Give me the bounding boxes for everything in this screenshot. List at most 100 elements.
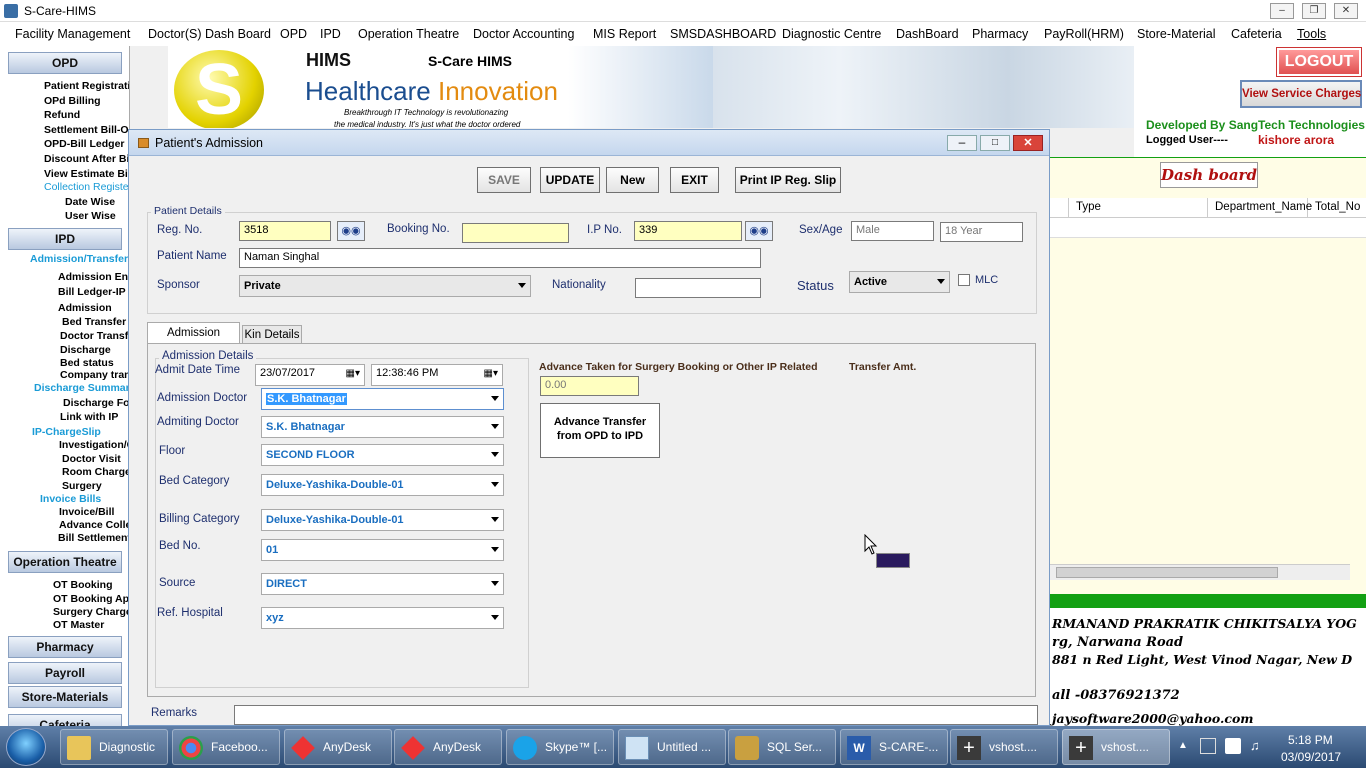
nav-item-ip-chargeslip[interactable]: IP-ChargeSlip [32,426,101,438]
nav-item-bill-settlement[interactable]: Bill Settlement [58,532,129,544]
exit-button[interactable]: EXIT [670,167,719,193]
grid-col-total[interactable]: Total_No [1308,198,1366,218]
logout-button[interactable]: LOGOUT [1276,47,1362,77]
booking-no-input[interactable] [462,223,569,243]
dialog-minimize-icon[interactable]: – [947,135,977,151]
tab-admission-details[interactable]: Admission Details [147,322,240,359]
nav-item-room-charges[interactable]: Room Charges [62,466,129,478]
menu-diagnostic-centre[interactable]: Diagnostic Centre [782,27,881,41]
bed-category-select[interactable]: Deluxe-Yashika-Double-01 [261,474,504,496]
nav-item-bill-ledger-ip[interactable]: Bill Ledger-IP [58,286,126,298]
nav-item-bed-status[interactable]: Bed status [60,357,114,369]
tab-kin-details[interactable]: Kin Details [242,325,302,344]
dashboard-button[interactable]: Dash board [1160,162,1258,188]
nav-header-opd[interactable]: OPD [8,52,122,74]
menu-store-material[interactable]: Store-Material [1137,27,1216,41]
nav-item-ot-booking[interactable]: OT Booking [53,579,113,591]
nav-item-link-with-ip[interactable]: Link with IP [60,411,118,423]
ip-no-input[interactable]: 339 [634,221,742,241]
close-icon[interactable]: ✕ [1334,3,1358,19]
menu-opd[interactable]: OPD [280,27,307,41]
floor-select[interactable]: SECOND FLOOR [261,444,504,466]
menu-operation-theatre[interactable]: Operation Theatre [358,27,459,41]
nav-item-discount-after-bill[interactable]: Discount After Bill [44,153,129,165]
nav-item-admission[interactable]: Admission [58,302,112,314]
sponsor-select[interactable]: Private [239,275,531,297]
nav-item-discharge-for[interactable]: Discharge For [63,397,129,409]
calendar-icon[interactable]: ▦▾ [346,368,360,379]
nav-item-admission-enq[interactable]: Admission Enq [58,271,129,283]
nav-item-invoice-bills[interactable]: Invoice Bills [40,493,101,505]
clock-date[interactable]: 03/09/2017 [1281,750,1341,764]
advance-amount-input[interactable]: 0.00 [540,376,639,396]
remarks-input[interactable] [234,705,1038,725]
nav-item-advance-collection[interactable]: Advance Colle [59,519,129,531]
tray-arrow-icon[interactable]: ▲ [1178,740,1188,751]
grid-col-department[interactable]: Department_Name [1208,198,1312,218]
nav-item-surgery-charges[interactable]: Surgery ChargeS [53,606,129,618]
admit-time-picker[interactable]: 12:38:46 PM ▦▾ [371,364,503,386]
billing-category-select[interactable]: Deluxe-Yashika-Double-01 [261,509,504,531]
nav-item-doctor-transfer[interactable]: Doctor Transfer [60,330,129,342]
nav-item-bed-transfer[interactable]: Bed Transfer [62,316,126,328]
task-sql-server[interactable]: SQL Ser... [728,729,836,765]
binoculars-icon[interactable]: ◉◉ [337,221,365,241]
save-button[interactable]: SAVE [477,167,531,193]
patient-name-input[interactable]: Naman Singhal [239,248,761,268]
new-button[interactable]: New [606,167,659,193]
task-anydesk-1[interactable]: AnyDesk [284,729,392,765]
network-icon[interactable] [1200,738,1216,754]
menu-mis-report[interactable]: MIS Report [593,27,656,41]
menu-facility-management[interactable]: Facility Management [15,27,130,41]
ref-hospital-select[interactable]: xyz [261,607,504,629]
clock-time[interactable]: 5:18 PM [1288,733,1333,747]
menu-smsdashboard[interactable]: SMSDASHBOARD [670,27,776,41]
task-vshost-1[interactable]: + vshost.... [950,729,1058,765]
grid-col-type[interactable]: Type [1068,198,1208,218]
nav-item-date-wise[interactable]: Date Wise [65,196,115,208]
admiting-doctor-select[interactable]: S.K. Bhatnagar [261,416,504,438]
start-button-icon[interactable] [6,728,46,766]
nav-item-surgery[interactable]: Surgery [62,480,102,492]
menu-tools[interactable]: Tools [1297,27,1326,41]
binoculars-icon-ip[interactable]: ◉◉ [745,221,773,241]
nav-item-ot-booking-app[interactable]: OT Booking App [53,593,129,605]
nav-item-collection-register[interactable]: Collection Register [44,181,129,193]
nav-header-ipd[interactable]: IPD [8,228,122,250]
nav-header-cafeteria[interactable]: Cafeteria [8,714,122,726]
menu-payroll[interactable]: PayRoll(HRM) [1044,27,1124,41]
mlc-checkbox[interactable] [958,274,970,286]
dialog-close-icon[interactable]: ✕ [1013,135,1043,151]
task-untitled[interactable]: Untitled ... [618,729,726,765]
dialog-maximize-icon[interactable]: □ [980,135,1010,151]
nav-item-admission-transfer[interactable]: Admission/Transfer [30,253,128,265]
view-service-charges-button[interactable]: View Service Charges [1240,80,1362,108]
scrollbar-thumb[interactable] [1056,567,1278,578]
advance-transfer-button[interactable]: Advance Transfer from OPD to IPD [540,403,660,458]
task-diagnostic[interactable]: Diagnostic [60,729,168,765]
volume-icon[interactable]: ♫ [1250,738,1266,754]
nav-header-pharmacy[interactable]: Pharmacy [8,636,122,658]
nav-item-opd-bill-ledger[interactable]: OPD-Bill Ledger [44,138,125,150]
admit-date-picker[interactable]: 23/07/2017 ▦▾ [255,364,365,386]
nav-item-refund[interactable]: Refund [44,109,80,121]
nav-item-user-wise[interactable]: User Wise [65,210,116,222]
nationality-input[interactable] [635,278,761,298]
task-vshost-2[interactable]: + vshost.... [1062,729,1170,765]
reg-no-input[interactable]: 3518 [239,221,331,241]
nav-item-view-estimate-bill[interactable]: View Estimate Bill [44,168,129,180]
minimize-icon[interactable]: – [1270,3,1294,19]
status-select[interactable]: Active [849,271,950,293]
task-anydesk-2[interactable]: AnyDesk [394,729,502,765]
nav-item-settlement-bill[interactable]: Settlement Bill-OP [44,124,129,136]
nav-item-discharge[interactable]: Discharge [60,344,111,356]
age-input[interactable]: 18 Year [940,222,1023,242]
nav-header-operation-theatre[interactable]: Operation Theatre [8,551,122,573]
menu-ipd[interactable]: IPD [320,27,341,41]
source-select[interactable]: DIRECT [261,573,504,595]
nav-item-ot-master[interactable]: OT Master [53,619,104,631]
menu-doctor-accounting[interactable]: Doctor Accounting [473,27,574,41]
nav-item-company-trans[interactable]: Company trans [60,369,129,381]
calendar-icon-time[interactable]: ▦▾ [484,368,498,379]
restore-icon[interactable]: ❐ [1302,3,1326,19]
